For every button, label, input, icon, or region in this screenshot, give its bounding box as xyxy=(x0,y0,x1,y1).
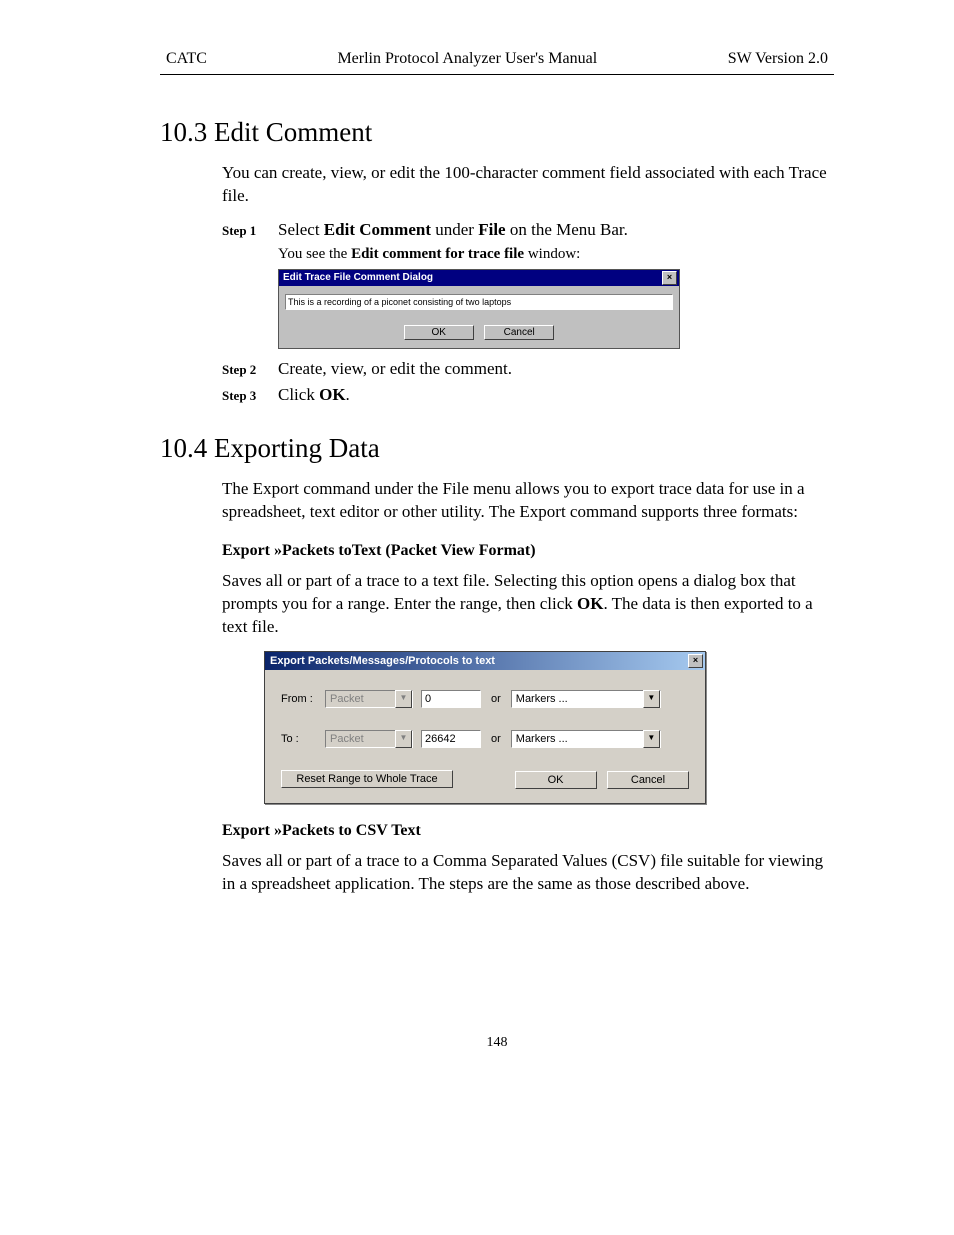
export-packets-dialog: Export Packets/Messages/Protocols to tex… xyxy=(264,651,706,804)
ok-button[interactable]: OK xyxy=(404,325,474,340)
or-label: or xyxy=(491,733,501,745)
to-label: To : xyxy=(281,733,325,745)
step-3-label: Step 3 xyxy=(222,388,278,404)
step-1-subtext: You see the Edit comment for trace file … xyxy=(278,246,834,263)
sec104-intro: The Export command under the File menu a… xyxy=(222,478,834,524)
step-3-text: Click OK. xyxy=(278,385,350,405)
from-value-input[interactable] xyxy=(421,690,481,708)
to-value-input[interactable] xyxy=(421,730,481,748)
from-type-combo[interactable]: Packet ▼ xyxy=(325,690,413,708)
header-right: SW Version 2.0 xyxy=(728,50,828,68)
or-label: or xyxy=(491,693,501,705)
header-left: CATC xyxy=(166,50,207,68)
step-2: Step 2 Create, view, or edit the comment… xyxy=(222,359,834,379)
export-csv-paragraph: Saves all or part of a trace to a Comma … xyxy=(222,850,834,896)
dialog-titlebar: Edit Trace File Comment Dialog × xyxy=(279,270,679,286)
section-10-4-heading: 10.4 Exporting Data xyxy=(160,433,834,464)
step-2-label: Step 2 xyxy=(222,362,278,378)
cancel-button[interactable]: Cancel xyxy=(484,325,554,340)
page-header: CATC Merlin Protocol Analyzer User's Man… xyxy=(160,50,834,75)
section-10-3-heading: 10.3 Edit Comment xyxy=(160,117,834,148)
sec103-intro: You can create, view, or edit the 100-ch… xyxy=(222,162,834,208)
step-1-text: Select Edit Comment under File on the Me… xyxy=(278,220,628,240)
to-row: To : Packet ▼ or Markers ... ▼ xyxy=(281,730,689,748)
from-label: From : xyxy=(281,693,325,705)
dialog-title: Edit Trace File Comment Dialog xyxy=(283,272,433,283)
to-type-combo[interactable]: Packet ▼ xyxy=(325,730,413,748)
to-markers-combo[interactable]: Markers ... ▼ xyxy=(511,730,661,748)
step-1: Step 1 Select Edit Comment under File on… xyxy=(222,220,834,240)
page-number: 148 xyxy=(160,1035,834,1051)
comment-input[interactable] xyxy=(285,294,673,310)
header-center: Merlin Protocol Analyzer User's Manual xyxy=(337,50,597,68)
cancel-button[interactable]: Cancel xyxy=(607,771,689,789)
reset-range-button[interactable]: Reset Range to Whole Trace xyxy=(281,770,453,788)
dialog-title: Export Packets/Messages/Protocols to tex… xyxy=(270,655,495,667)
step-2-text: Create, view, or edit the comment. xyxy=(278,359,512,379)
export-text-subhead: Export »Packets toText (Packet View Form… xyxy=(222,542,834,560)
export-text-paragraph: Saves all or part of a trace to a text f… xyxy=(222,570,834,639)
step-1-label: Step 1 xyxy=(222,223,278,239)
close-icon[interactable]: × xyxy=(688,654,703,668)
from-markers-combo[interactable]: Markers ... ▼ xyxy=(511,690,661,708)
chevron-down-icon: ▼ xyxy=(395,690,412,708)
chevron-down-icon: ▼ xyxy=(643,730,660,748)
chevron-down-icon: ▼ xyxy=(643,690,660,708)
chevron-down-icon: ▼ xyxy=(395,730,412,748)
close-icon[interactable]: × xyxy=(662,271,677,285)
edit-comment-dialog: Edit Trace File Comment Dialog × OK Canc… xyxy=(278,269,680,349)
ok-button[interactable]: OK xyxy=(515,771,597,789)
export-csv-subhead: Export »Packets to CSV Text xyxy=(222,822,834,840)
step-3: Step 3 Click OK. xyxy=(222,385,834,405)
dialog-titlebar: Export Packets/Messages/Protocols to tex… xyxy=(265,652,705,670)
from-row: From : Packet ▼ or Markers ... ▼ xyxy=(281,690,689,708)
